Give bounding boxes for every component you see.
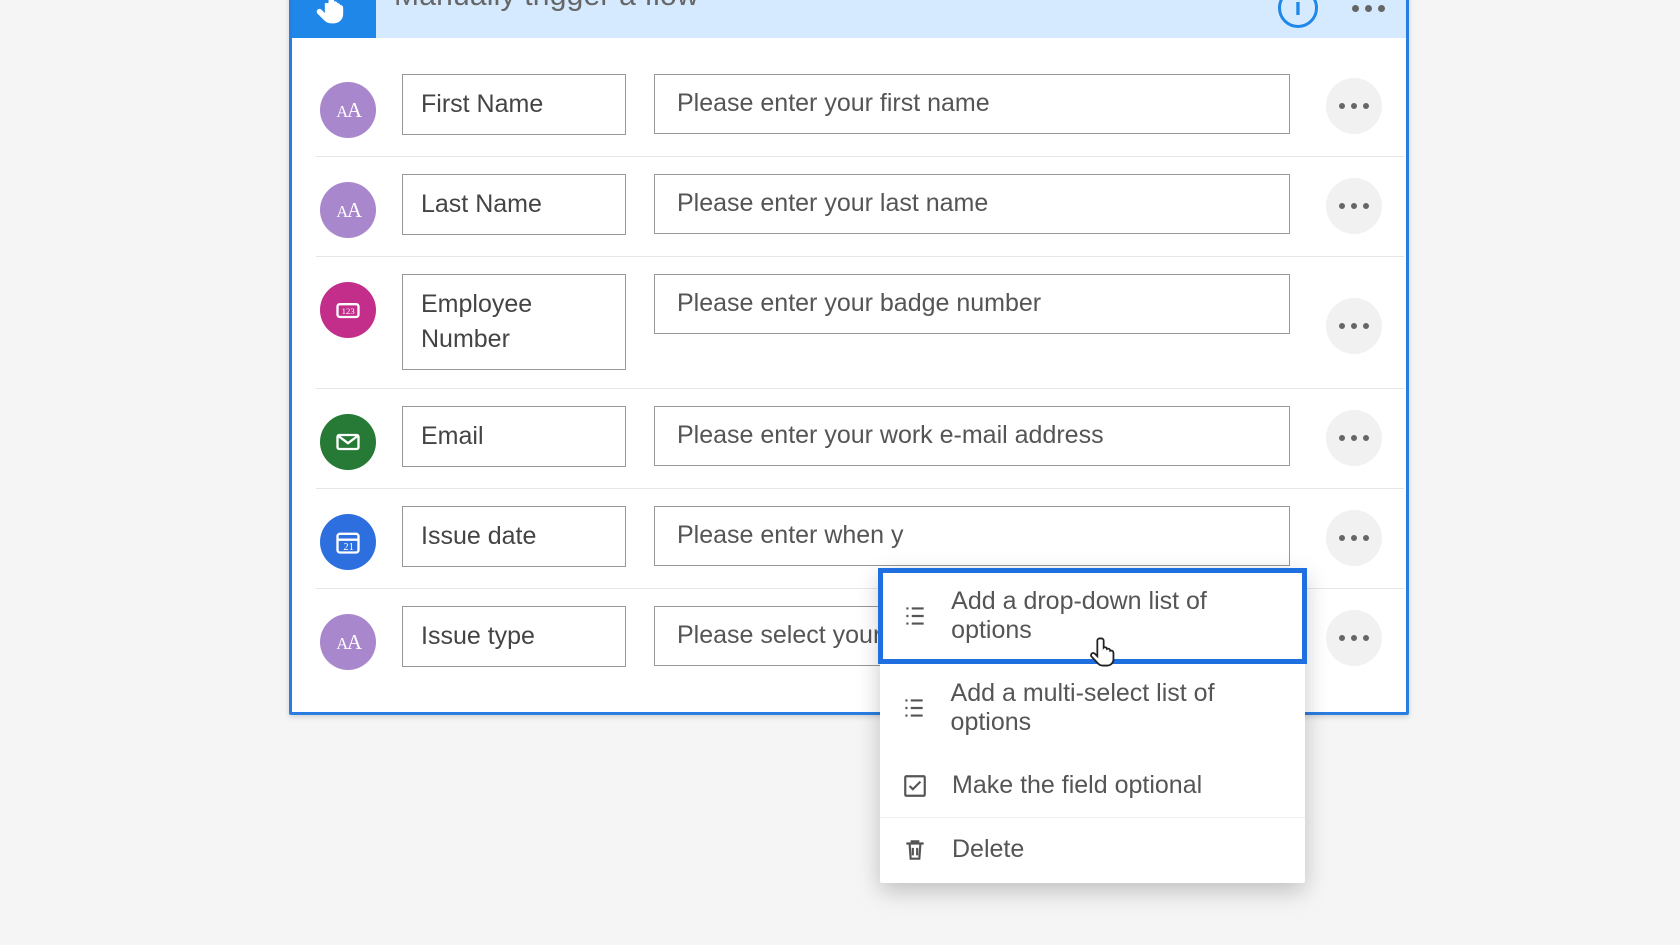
menu-item-label: Make the field optional xyxy=(952,771,1202,800)
row-more-button[interactable] xyxy=(1326,610,1382,666)
input-placeholder[interactable]: Please enter when y xyxy=(654,506,1290,566)
row-more-button[interactable] xyxy=(1326,78,1382,134)
input-row: 123 Employee Number Please enter your ba… xyxy=(292,256,1406,388)
row-more-button[interactable] xyxy=(1326,410,1382,466)
menu-delete[interactable]: Delete xyxy=(880,817,1305,881)
input-label[interactable]: Employee Number xyxy=(402,274,626,370)
input-label[interactable]: First Name xyxy=(402,74,626,135)
number-type-icon: 123 xyxy=(320,282,376,338)
row-more-button[interactable] xyxy=(1326,178,1382,234)
svg-text:A: A xyxy=(347,630,362,654)
info-icon[interactable]: i xyxy=(1278,0,1318,28)
card-title: Manually trigger a flow xyxy=(376,0,1278,11)
input-row: AA Last Name Please enter your last name xyxy=(292,156,1406,256)
input-placeholder[interactable]: Please enter your badge number xyxy=(654,274,1290,334)
input-row: Email Please enter your work e-mail addr… xyxy=(292,388,1406,488)
header-more-button[interactable] xyxy=(1348,0,1388,23)
input-label[interactable]: Email xyxy=(402,406,626,467)
input-label[interactable]: Issue type xyxy=(402,606,626,667)
menu-item-label: Add a multi-select list of options xyxy=(951,679,1285,737)
svg-text:A: A xyxy=(347,98,362,122)
input-placeholder[interactable]: Please enter your last name xyxy=(654,174,1290,234)
row-more-button[interactable] xyxy=(1326,510,1382,566)
input-row: AA First Name Please enter your first na… xyxy=(292,56,1406,156)
svg-text:A: A xyxy=(347,198,362,222)
list-icon xyxy=(900,695,929,721)
trigger-hand-icon xyxy=(312,0,356,34)
card-header: Manually trigger a flow i xyxy=(292,0,1406,38)
input-label[interactable]: Issue date xyxy=(402,506,626,567)
input-placeholder[interactable]: Please enter your first name xyxy=(654,74,1290,134)
cursor-pointer-icon xyxy=(1086,634,1122,679)
context-menu: Add a drop-down list of options Add a mu… xyxy=(880,568,1305,883)
checkbox-icon xyxy=(900,773,930,799)
date-type-icon: 21 xyxy=(320,514,376,570)
text-type-icon: AA xyxy=(320,182,376,238)
svg-text:123: 123 xyxy=(342,306,356,316)
input-label[interactable]: Last Name xyxy=(402,174,626,235)
text-type-icon: AA xyxy=(320,614,376,670)
trigger-icon-box xyxy=(292,0,376,38)
list-icon xyxy=(900,603,929,629)
trash-icon xyxy=(900,837,930,863)
email-type-icon xyxy=(320,414,376,470)
menu-make-optional[interactable]: Make the field optional xyxy=(880,754,1305,817)
svg-text:21: 21 xyxy=(343,542,354,553)
input-placeholder[interactable]: Please enter your work e-mail address xyxy=(654,406,1290,466)
text-type-icon: AA xyxy=(320,82,376,138)
menu-item-label: Delete xyxy=(952,835,1024,864)
row-more-button[interactable] xyxy=(1326,298,1382,354)
